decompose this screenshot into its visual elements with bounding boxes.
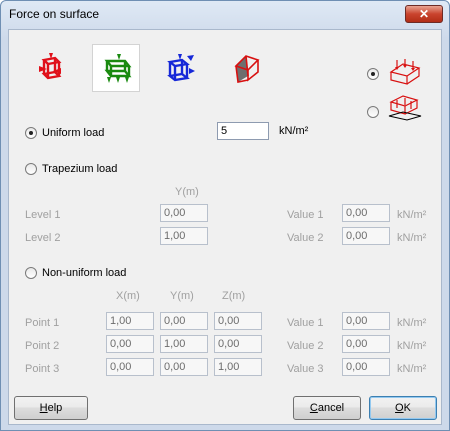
level2-y-field[interactable]: 1,00 [160,227,208,245]
value2-trap-label: Value 2 [287,232,324,244]
value3-unit: kN/m² [397,363,427,375]
cancel-button[interactable]: Cancel [293,396,361,420]
value1-label: Value 1 [287,317,324,329]
cancel-label-rest: ancel [317,402,345,414]
dialog-body: Uniform load 5 kN/m² Trapezium load Y(m)… [8,29,442,425]
help-button[interactable]: Help [14,396,88,420]
load-type-blue-button[interactable] [157,44,205,92]
point3-z-field[interactable]: 1,00 [214,358,262,376]
value3-label: Value 3 [287,363,324,375]
title-bar: Force on surface ✕ [1,1,449,29]
load-type-prism-button[interactable] [222,44,270,92]
direction-bottom-radio[interactable] [367,106,379,118]
ok-button[interactable]: OK [369,396,437,420]
z-header: Z(m) [222,290,246,302]
surface-prism-force-icon [234,55,260,83]
help-label-rest: elp [47,402,63,414]
dialog-window: Force on surface ✕ Uniform load 5 kN/m² … [0,0,450,431]
point2-x-field[interactable]: 0,00 [106,335,154,353]
level1-label: Level 1 [25,209,61,221]
uniform-load-input[interactable]: 5 [217,122,269,140]
value2-unit: kN/m² [397,340,427,352]
value1-field[interactable]: 0,00 [342,312,390,330]
blue-surface-force-icon [167,54,195,82]
box-load-bottom-icon [388,95,422,121]
value1-trap-unit: kN/m² [397,209,427,221]
point3-y-field[interactable]: 0,00 [160,358,208,376]
trapezium-y-header: Y(m) [175,186,199,198]
trapezium-load-label: Trapezium load [42,163,118,175]
value2-trap-unit: kN/m² [397,232,427,244]
level2-label: Level 2 [25,232,61,244]
uniform-load-label: Uniform load [42,127,105,139]
point3-label: Point 3 [25,363,60,375]
value2-field[interactable]: 0,00 [342,335,390,353]
green-surface-force-icon [104,54,132,83]
value1-unit: kN/m² [397,317,427,329]
value1-trap-field[interactable]: 0,00 [342,204,390,222]
load-type-green-button[interactable] [92,44,140,92]
uniform-load-radio[interactable] [25,127,37,139]
ok-accel: O [395,402,404,414]
close-button[interactable]: ✕ [405,5,443,23]
point1-y-field[interactable]: 0,00 [160,312,208,330]
value2-trap-field[interactable]: 0,00 [342,227,390,245]
y-header: Y(m) [170,290,194,302]
close-icon: ✕ [418,7,430,21]
nonuniform-load-label: Non-uniform load [42,267,127,279]
point2-y-field[interactable]: 1,00 [160,335,208,353]
point1-x-field[interactable]: 1,00 [106,312,154,330]
level1-y-field[interactable]: 0,00 [160,204,208,222]
load-type-red-button[interactable] [27,44,75,92]
point1-z-field[interactable]: 0,00 [214,312,262,330]
value1-trap-label: Value 1 [287,209,324,221]
cancel-accel: C [309,402,318,414]
value3-field[interactable]: 0,00 [342,358,390,376]
trapezium-load-radio[interactable] [25,163,37,175]
nonuniform-load-radio[interactable] [25,267,37,279]
direction-top-radio[interactable] [367,68,379,80]
ok-label-rest: K [403,402,411,414]
x-header: X(m) [116,290,140,302]
window-title: Force on surface [9,7,100,21]
point1-label: Point 1 [25,317,60,329]
help-accel: H [39,402,48,414]
uniform-load-unit: kN/m² [279,125,309,137]
point3-x-field[interactable]: 0,00 [106,358,154,376]
box-load-top-icon [389,59,421,85]
value2-label: Value 2 [287,340,324,352]
point2-z-field[interactable]: 0,00 [214,335,262,353]
red-surface-force-icon [39,53,62,80]
point2-label: Point 2 [25,340,60,352]
